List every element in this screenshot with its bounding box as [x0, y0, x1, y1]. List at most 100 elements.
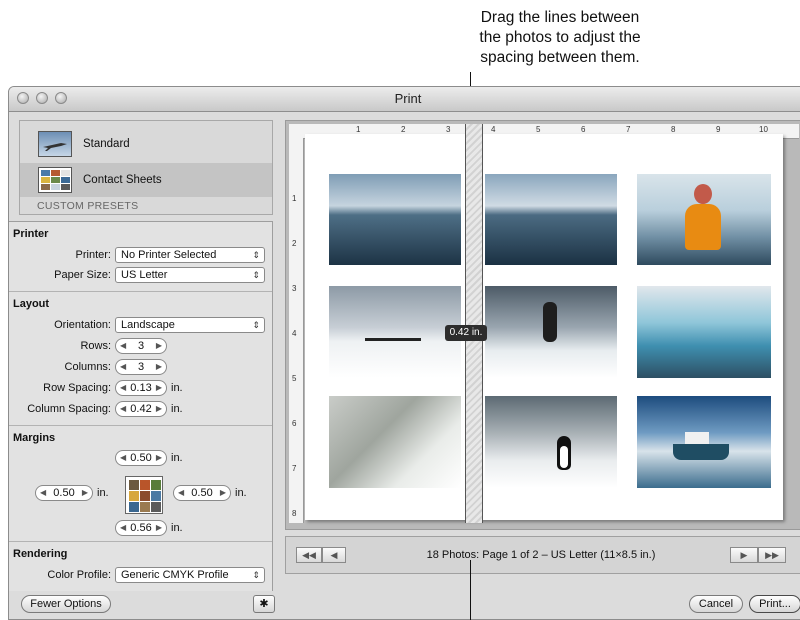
margin-left-unit: in.: [97, 487, 109, 499]
penguins-photo[interactable]: [485, 396, 617, 488]
column-spacing-label: Column Spacing:: [27, 403, 111, 415]
columns-stepper[interactable]: ◀ 3 ▶: [115, 359, 167, 375]
increment-arrow-icon[interactable]: ▶: [82, 486, 88, 500]
updown-arrows-icon: ⇕: [252, 320, 260, 330]
ruler-mark: 3: [446, 125, 451, 134]
ruler-mark: 6: [581, 125, 586, 134]
increment-arrow-icon[interactable]: ▶: [156, 381, 162, 395]
ruler-mark: 8: [292, 509, 297, 518]
margins-section-header: Margins: [13, 432, 56, 444]
rendering-section: Rendering Color Profile: Generic CMYK Pr…: [9, 542, 272, 592]
rows-label: Rows:: [80, 340, 111, 352]
printer-popup[interactable]: No Printer Selected ⇕: [115, 247, 265, 263]
preset-standard[interactable]: Standard: [20, 127, 272, 161]
orientation-popup[interactable]: Landscape ⇕: [115, 317, 265, 333]
increment-arrow-icon[interactable]: ▶: [156, 339, 162, 353]
ruler-mark: 8: [671, 125, 676, 134]
margin-right-stepper[interactable]: ◀ 0.50 ▶: [173, 485, 231, 501]
preset-list: Standard Contact Sheets CUSTOM PRESETS: [19, 120, 273, 215]
cancel-button[interactable]: Cancel: [689, 595, 743, 613]
next-icon[interactable]: ▶: [730, 547, 758, 563]
ruler-mark: 4: [491, 125, 496, 134]
column-spacing-unit: in.: [171, 403, 183, 415]
ruler-mark: 4: [292, 329, 297, 338]
color-profile-label: Color Profile:: [47, 569, 111, 581]
ruler-mark: 1: [356, 125, 361, 134]
rendering-section-header: Rendering: [13, 548, 68, 560]
increment-arrow-icon[interactable]: ▶: [156, 402, 162, 416]
layout-section-header: Layout: [13, 298, 50, 310]
paper-size-value: US Letter: [121, 269, 168, 281]
glacier-photo[interactable]: [329, 396, 461, 488]
page-status: 18 Photos: Page 1 of 2 – US Letter (11×8…: [426, 549, 656, 561]
ruler-mark: 10: [759, 125, 768, 134]
jet-thumbnail-icon: [38, 131, 72, 157]
increment-arrow-icon[interactable]: ▶: [156, 451, 162, 465]
preset-label: Contact Sheets: [83, 174, 162, 186]
column-spacing-drag-handle[interactable]: [465, 124, 483, 523]
vertical-ruler: 1 2 3 4 5 6 7 8: [289, 138, 304, 523]
margins-preview-thumbnail: [125, 476, 163, 514]
ruler-mark: 7: [292, 464, 297, 473]
row-spacing-stepper[interactable]: ◀ 0.13 ▶: [115, 380, 167, 396]
rewind-icon[interactable]: ◀◀: [296, 547, 322, 563]
gear-icon[interactable]: ✱: [253, 595, 275, 613]
printer-section-header: Printer: [13, 228, 49, 240]
ruler-mark: 1: [292, 194, 297, 203]
paper-size-popup[interactable]: US Letter ⇕: [115, 267, 265, 283]
fast-forward-icon[interactable]: ▶▶: [758, 547, 786, 563]
ruler-mark: 2: [292, 239, 297, 248]
column-spacing-stepper[interactable]: ◀ 0.42 ▶: [115, 401, 167, 417]
fewer-options-button[interactable]: Fewer Options: [21, 595, 111, 613]
previous-icon[interactable]: ◀: [322, 547, 346, 563]
kayaker-photo[interactable]: [637, 174, 771, 265]
rows-stepper[interactable]: ◀ 3 ▶: [115, 338, 167, 354]
preset-label: Standard: [83, 138, 130, 150]
margin-top-unit: in.: [171, 452, 183, 464]
settings-panel: Printer Printer: No Printer Selected ⇕ P…: [9, 221, 273, 591]
increment-arrow-icon[interactable]: ▶: [156, 521, 162, 535]
increment-arrow-icon[interactable]: ▶: [156, 360, 162, 374]
preset-contact-sheets[interactable]: Contact Sheets: [20, 163, 272, 197]
margin-bottom-stepper[interactable]: ◀ 0.56 ▶: [115, 520, 167, 536]
orientation-label: Orientation:: [54, 319, 111, 331]
snow-expedition-line-photo[interactable]: [329, 286, 461, 378]
ruler-mark: 5: [292, 374, 297, 383]
orientation-value: Landscape: [121, 319, 175, 331]
margins-section: Margins ◀ 0.50 ▶ in. ◀ 0.50 ▶ in. ◀ 0.50…: [9, 426, 272, 542]
title-bar: Print: [9, 87, 800, 112]
callout-leader-line: [470, 560, 471, 620]
page-navigation-bar: ◀◀ ◀ 18 Photos: Page 1 of 2 – US Letter …: [285, 536, 800, 574]
callout-line-1: Drag the lines between: [480, 9, 640, 26]
increment-arrow-icon[interactable]: ▶: [220, 486, 226, 500]
updown-arrows-icon: ⇕: [252, 270, 260, 280]
updown-arrows-icon: ⇕: [252, 570, 260, 580]
contact-sheet-thumbnail-icon: [38, 167, 72, 193]
callout-line-2: the photos to adjust the: [479, 29, 641, 46]
paper-sheet: [305, 134, 783, 520]
custom-presets-header: CUSTOM PRESETS: [37, 200, 139, 212]
printer-value: No Printer Selected: [121, 249, 217, 261]
ruler-mark: 6: [292, 419, 297, 428]
ocean-mountains-photo[interactable]: [329, 174, 461, 265]
ruler-mark: 2: [401, 125, 406, 134]
ship-photo[interactable]: [637, 396, 771, 488]
ocean-mountains-photo[interactable]: [485, 174, 617, 265]
margin-right-unit: in.: [235, 487, 247, 499]
print-button[interactable]: Print...: [749, 595, 800, 613]
updown-arrows-icon: ⇕: [252, 250, 260, 260]
printer-section: Printer Printer: No Printer Selected ⇕ P…: [9, 222, 272, 292]
margin-top-stepper[interactable]: ◀ 0.50 ▶: [115, 450, 167, 466]
hiker-snow-photo[interactable]: [485, 286, 617, 378]
row-spacing-unit: in.: [171, 382, 183, 394]
print-window: Print Standard Contact Sheets CUSTOM PRE…: [8, 86, 800, 620]
color-profile-popup[interactable]: Generic CMYK Profile ⇕: [115, 567, 265, 583]
iceberg-photo[interactable]: [637, 286, 771, 378]
paper-size-label: Paper Size:: [54, 269, 111, 281]
printer-label: Printer:: [75, 249, 111, 261]
callout-line-3: spacing between them.: [480, 49, 640, 66]
margin-left-stepper[interactable]: ◀ 0.50 ▶: [35, 485, 93, 501]
window-title: Print: [394, 91, 422, 106]
ruler-mark: 7: [626, 125, 631, 134]
callout-text: Drag the lines between the photos to adj…: [440, 8, 680, 68]
